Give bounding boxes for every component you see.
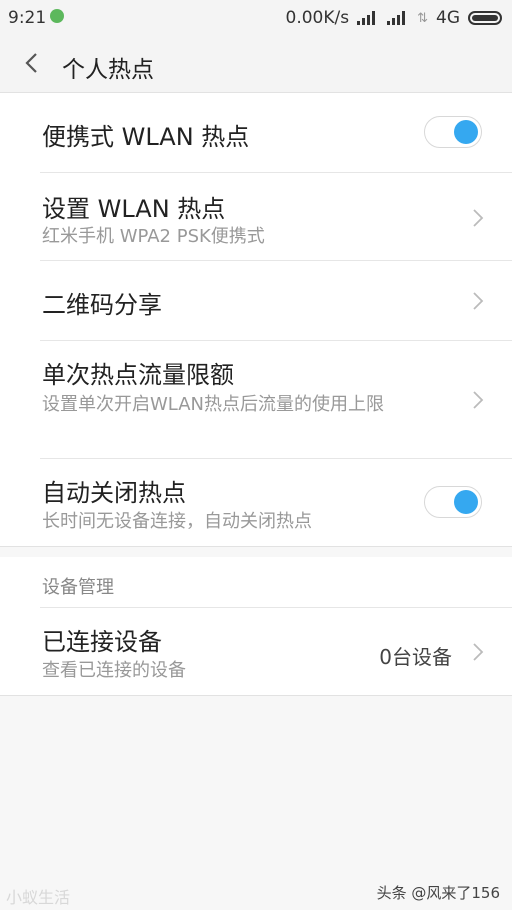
app-header: 个人热点 [0, 36, 512, 93]
device-management-section: 设备管理 已连接设备 查看已连接的设备 0台设备 [0, 557, 512, 696]
data-limit-sub: 设置单次开启WLAN热点后流量的使用上限 [42, 394, 385, 415]
device-management-header: 设备管理 [42, 577, 114, 598]
watermark-right: 头条 @风来了156 [376, 884, 500, 902]
toggle-knob [454, 120, 478, 144]
connected-devices-count: 0台设备 [379, 645, 452, 669]
network-type: 4G [436, 8, 460, 28]
toggle-knob [454, 490, 478, 514]
chevron-right-icon [473, 292, 484, 310]
back-arrow-icon[interactable] [18, 48, 48, 78]
portable-hotspot-row[interactable]: 便携式 WLAN 热点 [0, 93, 512, 173]
page-title: 个人热点 [62, 57, 154, 83]
notification-app-icon [50, 9, 64, 23]
connected-devices-sub: 查看已连接的设备 [42, 660, 186, 681]
auto-off-row[interactable]: 自动关闭热点 长时间无设备连接，自动关闭热点 [0, 459, 512, 546]
setup-hotspot-sub: 红米手机 WPA2 PSK便携式 [42, 226, 265, 247]
data-limit-label: 单次热点流量限额 [42, 361, 234, 389]
qr-share-label: 二维码分享 [42, 291, 162, 319]
data-limit-row[interactable]: 单次热点流量限额 设置单次开启WLAN热点后流量的使用上限 [0, 341, 512, 459]
portable-hotspot-toggle[interactable] [424, 116, 482, 148]
auto-off-label: 自动关闭热点 [42, 479, 186, 507]
auto-off-sub: 长时间无设备连接，自动关闭热点 [42, 511, 312, 532]
portable-hotspot-label: 便携式 WLAN 热点 [42, 123, 250, 151]
setup-hotspot-label: 设置 WLAN 热点 [42, 195, 226, 223]
chevron-right-icon [473, 643, 484, 661]
battery-icon [468, 11, 502, 25]
status-bar: 9:21 0.00K/s ⇅ 4G [0, 0, 512, 36]
signal-icon-1 [357, 11, 379, 25]
setup-hotspot-row[interactable]: 设置 WLAN 热点 红米手机 WPA2 PSK便携式 [0, 173, 512, 261]
net-speed: 0.00K/s [285, 8, 350, 28]
chevron-right-icon [473, 209, 484, 227]
hotspot-settings-section: 便携式 WLAN 热点 设置 WLAN 热点 红米手机 WPA2 PSK便携式 … [0, 93, 512, 547]
connected-devices-label: 已连接设备 [42, 628, 162, 656]
auto-off-toggle[interactable] [424, 486, 482, 518]
connected-devices-row[interactable]: 已连接设备 查看已连接的设备 0台设备 [0, 608, 512, 695]
status-right: 0.00K/s ⇅ 4G [285, 8, 502, 28]
status-time: 9:21 [8, 8, 47, 28]
watermark-left: 小蚁生活 [6, 888, 71, 907]
signal-icon-2 [387, 11, 409, 25]
qr-share-row[interactable]: 二维码分享 [0, 261, 512, 341]
data-arrows-icon: ⇅ [417, 10, 428, 26]
chevron-right-icon [473, 391, 484, 409]
